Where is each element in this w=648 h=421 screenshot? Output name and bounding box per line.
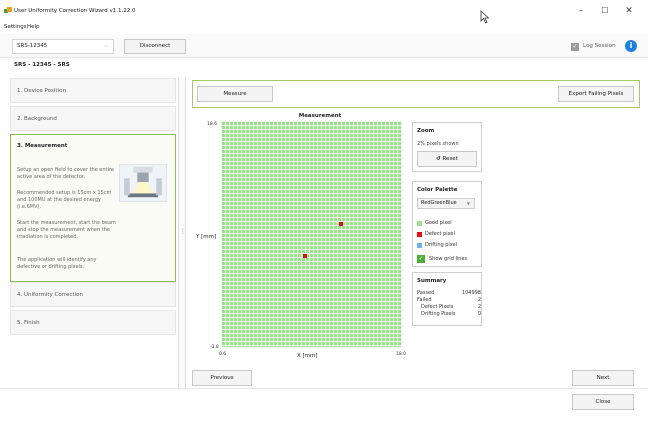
device-select-value: SRS-12345 [17, 43, 48, 49]
summary-failed-row: Failed 2 [417, 297, 481, 303]
menu-bar [0, 22, 648, 34]
step-finish[interactable]: 5. Finish [10, 310, 176, 335]
close-button[interactable]: Close [572, 394, 634, 410]
drifting-pixel-swatch [417, 243, 422, 248]
measurement-heatmap[interactable] [221, 121, 402, 347]
defect-pixel [303, 254, 308, 259]
detector-setup-image [119, 164, 167, 202]
maximize-button[interactable]: ☐ [594, 4, 616, 18]
summary-defect-row: Defect Pixels 2 [421, 304, 481, 310]
app-logo-icon [4, 7, 12, 13]
legend-defect: Defect pixel [425, 231, 455, 237]
export-failing-pixels-button[interactable]: Export Failing Pixels [558, 86, 634, 102]
step-instruction: Start the measurement, start the beam an… [17, 220, 116, 240]
y-tick-label: -3.8 [210, 345, 219, 350]
defect-pixel-swatch [417, 232, 422, 237]
step-device-position[interactable]: 1. Device Position [10, 78, 176, 103]
good-pixel-swatch [417, 221, 422, 226]
x-axis-title: X [mm] [297, 353, 318, 359]
reset-label: Reset [442, 156, 458, 162]
zoom-panel: Zoom 2% pixels shown ↺ Reset [412, 122, 482, 172]
log-session-label: Log Session [583, 43, 616, 49]
splitter-grip-icon: ⋮ [180, 228, 186, 235]
palette-title: Color Palette [417, 187, 458, 193]
menu-settings[interactable]: Settings [4, 24, 27, 30]
step-instruction: The application will identify any defect… [17, 257, 97, 270]
defect-pixel [338, 221, 343, 226]
legend-good: Good pixel [425, 220, 452, 226]
log-session-checkbox[interactable]: ✓ Log Session [571, 41, 621, 53]
palette-select-value: RedGreenBlue [421, 200, 457, 206]
measure-button[interactable]: Measure [197, 86, 273, 102]
x-tick-label: 18.0 [396, 352, 407, 357]
menu-help[interactable]: Help [27, 24, 40, 30]
show-grid-label: Show grid lines [429, 256, 468, 262]
window-title: User Uniformity Correction Wizard v1.1.2… [14, 8, 136, 14]
zoom-title: Zoom [417, 128, 435, 134]
close-window-button[interactable]: ✕ [618, 4, 640, 18]
step-background[interactable]: 2. Background [10, 106, 176, 131]
undo-icon: ↺ [436, 156, 441, 162]
checkmark-icon: ✓ [571, 43, 579, 51]
zoom-status: 2% pixels shown [417, 141, 459, 147]
chart-title: Measurement [298, 113, 342, 119]
show-grid-checkbox[interactable]: ✓ [417, 255, 425, 263]
panel-splitter[interactable]: ⋮ [178, 78, 186, 390]
summary-passed-row: Passed 104998 [417, 290, 481, 296]
device-name-label: SRS - 12345 - SRS [14, 62, 70, 68]
previous-button[interactable]: Previous [192, 370, 252, 386]
next-button[interactable]: Next [572, 370, 634, 386]
footer-divider [0, 388, 648, 389]
step-measurement-title: 3. Measurement [17, 143, 68, 149]
summary-panel: Summary Passed 104998 Failed 2 Defect Pixe… [412, 272, 482, 326]
x-tick-label: 0.6 [219, 352, 227, 357]
chevron-down-icon: ▼ [466, 201, 470, 206]
disconnect-button[interactable]: Disconnect [124, 39, 186, 54]
step-instruction: Setup an open field to cover the entire … [17, 167, 114, 180]
step-measurement[interactable]: 3. Measurement Setup an open field to co… [10, 134, 176, 282]
chevron-down-icon: ⌵ [104, 43, 108, 49]
palette-select[interactable]: RedGreenBlue ▼ [417, 198, 475, 209]
info-icon[interactable]: i [625, 40, 637, 52]
y-tick-label: 18.6 [207, 122, 218, 127]
step-instruction: Recommended setup is 15cm x 15cm and 100… [17, 190, 112, 210]
summary-title: Summary [417, 278, 447, 284]
summary-drifting-row: Drifting Pixels 0 [421, 311, 481, 317]
reset-zoom-button[interactable]: ↺ Reset [417, 151, 477, 167]
minimize-button[interactable]: – [570, 4, 592, 18]
step-uniformity-correction[interactable]: 4. Uniformity Correction [10, 282, 176, 307]
legend-drifting: Drifting pixel [425, 242, 458, 248]
color-palette-panel: Color Palette RedGreenBlue ▼ Good pixel … [412, 181, 482, 267]
y-axis-title: Y [mm] [196, 234, 217, 240]
device-select[interactable]: SRS-12345 ⌵ [12, 39, 114, 54]
